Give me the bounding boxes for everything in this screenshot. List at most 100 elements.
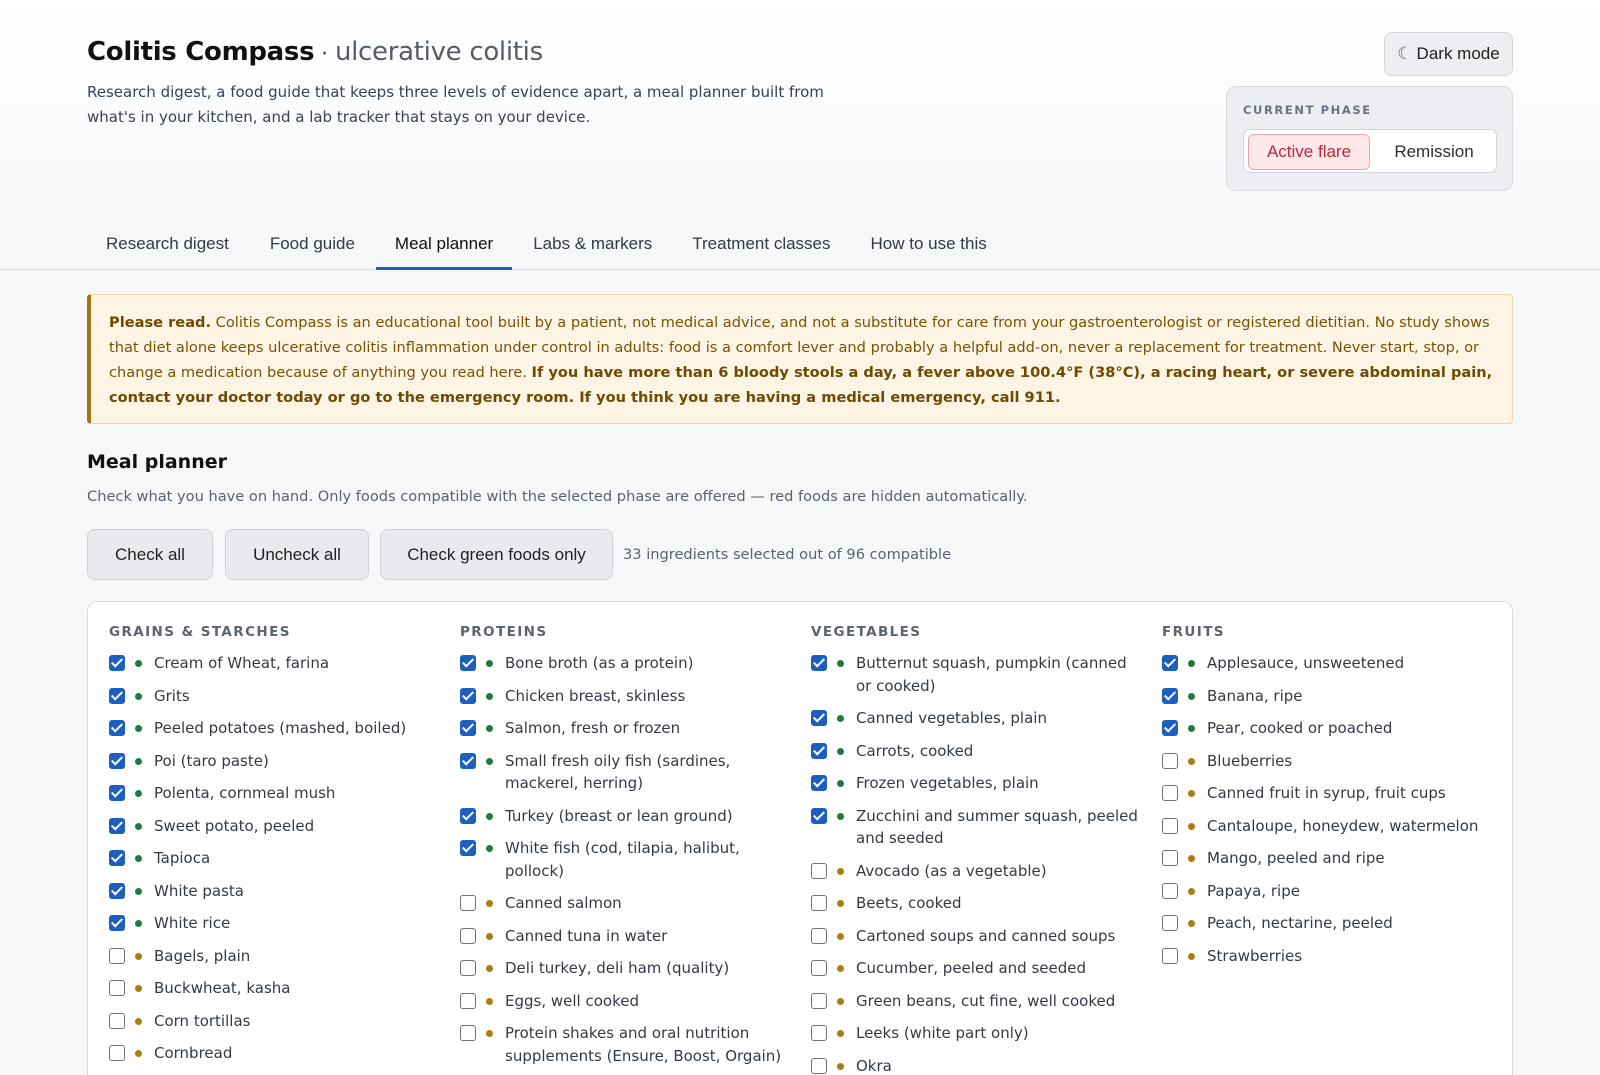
ingredient-checkbox[interactable]	[811, 862, 827, 879]
ingredient-checkbox[interactable]	[109, 882, 125, 899]
ingredient-item[interactable]: Poi (taro paste)	[109, 750, 439, 773]
ingredient-checkbox[interactable]	[109, 687, 125, 704]
ingredient-item[interactable]: Buckwheat, kasha	[109, 977, 439, 1000]
ingredient-item[interactable]: Tapioca	[109, 847, 439, 870]
ingredient-checkbox[interactable]	[1162, 915, 1178, 931]
ingredient-item[interactable]: Protein shakes and oral nutrition supple…	[460, 1022, 790, 1067]
uncheck-all-button[interactable]: Uncheck all	[225, 529, 369, 580]
ingredient-checkbox[interactable]	[460, 655, 476, 671]
check-all-button[interactable]: Check all	[87, 529, 213, 580]
ingredient-checkbox[interactable]	[460, 807, 476, 824]
ingredient-checkbox[interactable]	[460, 752, 476, 769]
ingredient-item[interactable]: Deli turkey, deli ham (quality)	[460, 957, 790, 980]
ingredient-checkbox[interactable]	[1162, 947, 1178, 964]
ingredient-checkbox[interactable]	[1162, 752, 1178, 769]
ingredient-checkbox[interactable]	[109, 947, 125, 964]
ingredient-item[interactable]: Cornbread	[109, 1042, 439, 1065]
ingredient-item[interactable]: Canned tuna in water	[460, 925, 790, 948]
ingredient-checkbox[interactable]	[109, 817, 125, 834]
phase-option-active-flare[interactable]: Active flare	[1248, 134, 1370, 170]
ingredient-checkbox[interactable]	[811, 992, 827, 1009]
ingredient-item[interactable]: Cantaloupe, honeydew, watermelon	[1162, 815, 1492, 838]
ingredient-item[interactable]: Corn tortillas	[109, 1010, 439, 1033]
ingredient-checkbox[interactable]	[1162, 785, 1178, 801]
ingredient-item[interactable]: White rice	[109, 912, 439, 935]
ingredient-item[interactable]: Pear, cooked or poached	[1162, 717, 1492, 740]
ingredient-item[interactable]: Bagels, plain	[109, 945, 439, 968]
ingredient-item[interactable]: Applesauce, unsweetened	[1162, 652, 1492, 675]
ingredient-item[interactable]: Mango, peeled and ripe	[1162, 847, 1492, 870]
ingredient-checkbox[interactable]	[460, 840, 476, 856]
ingredient-item[interactable]: Papaya, ripe	[1162, 880, 1492, 903]
ingredient-item[interactable]: White fish (cod, tilapia, halibut, pollo…	[460, 837, 790, 882]
ingredient-item[interactable]: Butternut squash, pumpkin (canned or coo…	[811, 652, 1141, 697]
tab-meal-planner[interactable]: Meal planner	[375, 222, 513, 270]
ingredient-checkbox[interactable]	[109, 655, 125, 671]
ingredient-checkbox[interactable]	[811, 742, 827, 759]
ingredient-checkbox[interactable]	[1162, 817, 1178, 834]
ingredient-item[interactable]: Okra	[811, 1055, 1141, 1075]
ingredient-item[interactable]: Grits	[109, 685, 439, 708]
ingredient-checkbox[interactable]	[811, 807, 827, 824]
ingredient-checkbox[interactable]	[1162, 720, 1178, 736]
ingredient-item[interactable]: Cartoned soups and canned soups	[811, 925, 1141, 948]
ingredient-checkbox[interactable]	[1162, 850, 1178, 866]
ingredient-item[interactable]: Canned fruit in syrup, fruit cups	[1162, 782, 1492, 805]
ingredient-item[interactable]: Turkey (breast or lean ground)	[460, 805, 790, 828]
ingredient-item[interactable]: Bone broth (as a protein)	[460, 652, 790, 675]
ingredient-checkbox[interactable]	[1162, 882, 1178, 899]
ingredient-item[interactable]: Beets, cooked	[811, 892, 1141, 915]
ingredient-checkbox[interactable]	[460, 895, 476, 911]
tab-food-guide[interactable]: Food guide	[251, 222, 374, 270]
ingredient-checkbox[interactable]	[811, 927, 827, 944]
ingredient-item[interactable]: Chicken breast, skinless	[460, 685, 790, 708]
ingredient-item[interactable]: Eggs, well cooked	[460, 990, 790, 1013]
tab-how-to-use[interactable]: How to use this	[852, 222, 1006, 270]
ingredient-checkbox[interactable]	[811, 960, 827, 976]
tab-research-digest[interactable]: Research digest	[87, 222, 249, 270]
ingredient-item[interactable]: Carrots, cooked	[811, 740, 1141, 763]
phase-option-remission[interactable]: Remission	[1374, 134, 1494, 170]
ingredient-item[interactable]: Frozen vegetables, plain	[811, 772, 1141, 795]
ingredient-item[interactable]: Small fresh oily fish (sardines, mackere…	[460, 750, 790, 795]
ingredient-item[interactable]: Salmon, fresh or frozen	[460, 717, 790, 740]
ingredient-checkbox[interactable]	[811, 1025, 827, 1041]
ingredient-checkbox[interactable]	[109, 1045, 125, 1061]
ingredient-item[interactable]: Banana, ripe	[1162, 685, 1492, 708]
ingredient-checkbox[interactable]	[109, 785, 125, 801]
ingredient-checkbox[interactable]	[109, 980, 125, 996]
ingredient-checkbox[interactable]	[109, 720, 125, 736]
ingredient-checkbox[interactable]	[811, 775, 827, 791]
ingredient-item[interactable]: Sweet potato, peeled	[109, 815, 439, 838]
ingredient-checkbox[interactable]	[109, 850, 125, 866]
ingredient-item[interactable]: Leeks (white part only)	[811, 1022, 1141, 1045]
tab-treatment-classes[interactable]: Treatment classes	[673, 222, 849, 270]
ingredient-checkbox[interactable]	[109, 915, 125, 931]
check-green-button[interactable]: Check green foods only	[380, 529, 613, 580]
ingredient-checkbox[interactable]	[109, 1012, 125, 1029]
ingredient-checkbox[interactable]	[811, 895, 827, 911]
ingredient-checkbox[interactable]	[460, 927, 476, 944]
ingredient-checkbox[interactable]	[811, 1057, 827, 1074]
ingredient-item[interactable]: Avocado (as a vegetable)	[811, 860, 1141, 883]
ingredient-checkbox[interactable]	[811, 710, 827, 726]
ingredient-item[interactable]: Cucumber, peeled and seeded	[811, 957, 1141, 980]
ingredient-item[interactable]: Green beans, cut fine, well cooked	[811, 990, 1141, 1013]
ingredient-checkbox[interactable]	[1162, 655, 1178, 671]
ingredient-item[interactable]: Canned vegetables, plain	[811, 707, 1141, 730]
ingredient-item[interactable]: Canned salmon	[460, 892, 790, 915]
ingredient-item[interactable]: Polenta, cornmeal mush	[109, 782, 439, 805]
ingredient-item[interactable]: Strawberries	[1162, 945, 1492, 968]
ingredient-checkbox[interactable]	[109, 752, 125, 769]
ingredient-item[interactable]: Peeled potatoes (mashed, boiled)	[109, 717, 439, 740]
ingredient-checkbox[interactable]	[811, 655, 827, 671]
ingredient-item[interactable]: Blueberries	[1162, 750, 1492, 773]
tab-labs-markers[interactable]: Labs & markers	[514, 222, 671, 270]
ingredient-item[interactable]: White pasta	[109, 880, 439, 903]
ingredient-checkbox[interactable]	[1162, 687, 1178, 704]
ingredient-item[interactable]: Cream of Wheat, farina	[109, 652, 439, 675]
ingredient-checkbox[interactable]	[460, 720, 476, 736]
dark-mode-button[interactable]: ☾ Dark mode	[1384, 32, 1513, 76]
ingredient-checkbox[interactable]	[460, 992, 476, 1009]
ingredient-checkbox[interactable]	[460, 960, 476, 976]
